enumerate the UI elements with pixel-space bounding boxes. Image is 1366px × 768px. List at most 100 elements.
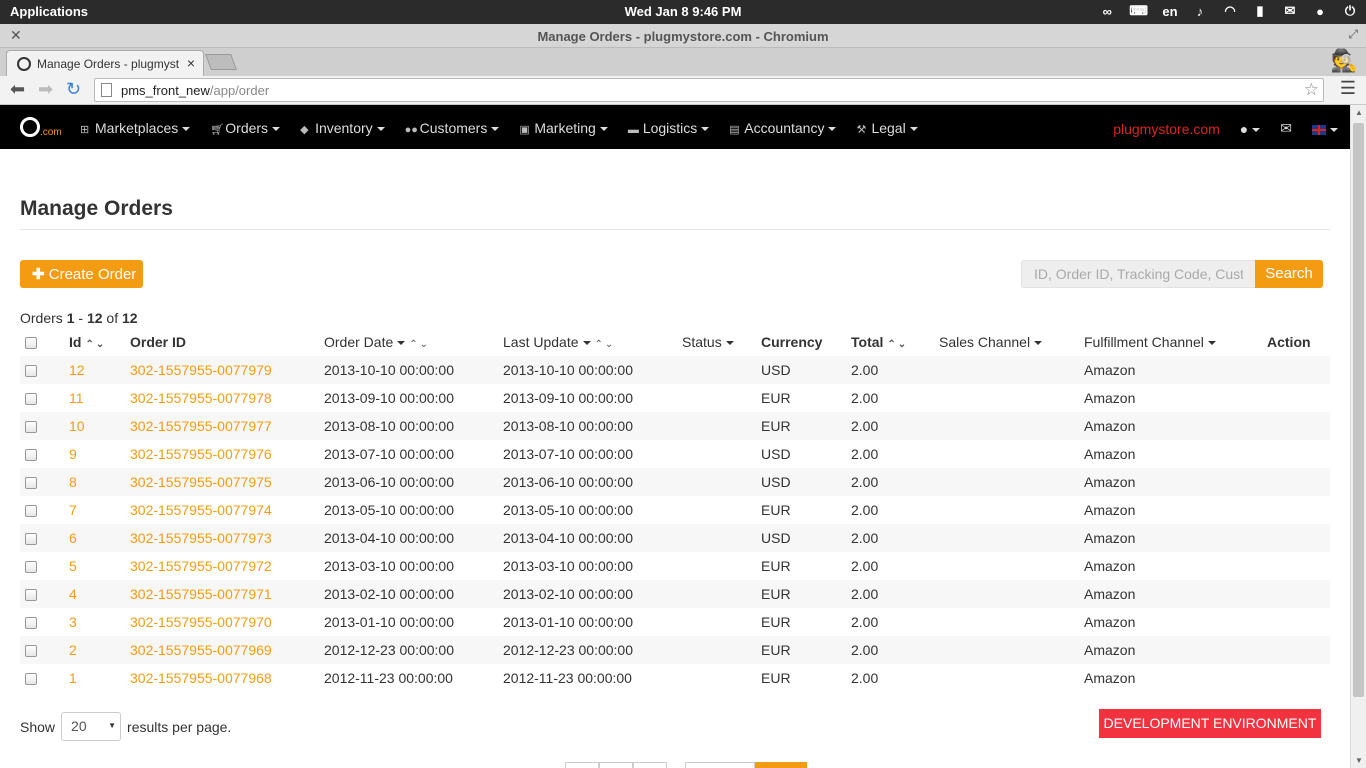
power-icon[interactable]: ⏻: [1342, 3, 1358, 19]
order-number-link[interactable]: 302-1557955-0077975: [130, 474, 272, 490]
address-bar[interactable]: pms_front_new/app/order ☆: [94, 78, 1324, 102]
row-checkbox[interactable]: [25, 449, 37, 462]
order-number-link[interactable]: 302-1557955-0077977: [130, 418, 272, 434]
cell-currency: EUR: [761, 418, 791, 434]
user-icon[interactable]: ●: [1312, 4, 1328, 19]
mail-icon[interactable]: ✉: [1282, 3, 1298, 19]
order-id-link[interactable]: 8: [69, 474, 77, 490]
order-id-link[interactable]: 11: [69, 390, 84, 406]
cell-last-update: 2012-11-23 00:00:00: [503, 670, 632, 686]
new-tab-button[interactable]: [205, 54, 237, 70]
page-scrollbar[interactable]: ▲ ▼: [1350, 105, 1366, 768]
scroll-down-icon[interactable]: ▼: [1355, 756, 1363, 765]
col-order-date[interactable]: Order Date ⌃⌄: [324, 328, 503, 356]
col-id[interactable]: Id ⌃⌄: [69, 328, 130, 356]
pagination-prev[interactable]: [599, 762, 633, 768]
row-checkbox[interactable]: [25, 673, 37, 686]
scroll-up-icon[interactable]: ▲: [1355, 108, 1363, 117]
order-id-link[interactable]: 3: [69, 614, 77, 630]
row-checkbox[interactable]: [25, 505, 37, 518]
keyboard-icon[interactable]: ⌨: [1129, 3, 1148, 19]
volume-icon[interactable]: ♪: [1192, 4, 1208, 19]
row-checkbox[interactable]: [25, 477, 37, 490]
chrome-menu-icon[interactable]: ☰: [1340, 78, 1356, 99]
order-id-link[interactable]: 1: [69, 670, 77, 686]
order-number-link[interactable]: 302-1557955-0077970: [130, 614, 272, 630]
infinity-icon[interactable]: ∞: [1099, 4, 1115, 19]
order-id-link[interactable]: 9: [69, 446, 77, 462]
order-id-link[interactable]: 4: [69, 586, 77, 602]
select-all-checkbox[interactable]: [25, 337, 37, 350]
order-number-link[interactable]: 302-1557955-0077971: [130, 586, 272, 602]
order-number-link[interactable]: 302-1557955-0077972: [130, 558, 272, 574]
create-order-button[interactable]: ✚ Create Order: [20, 260, 143, 288]
brand-link[interactable]: plugmystore.com: [1113, 121, 1220, 137]
cell-total: 2.00: [851, 390, 879, 406]
row-checkbox[interactable]: [25, 589, 37, 602]
user-icon: ●: [1239, 120, 1249, 137]
bookmark-star-icon[interactable]: ☆: [1304, 80, 1319, 100]
row-checkbox[interactable]: [25, 645, 37, 658]
order-number-link[interactable]: 302-1557955-0077979: [130, 362, 272, 378]
nav-customers[interactable]: ●● Customers: [405, 120, 500, 136]
nav-accountancy[interactable]: ▤ Accountancy: [729, 120, 837, 136]
order-number-link[interactable]: 302-1557955-0077976: [130, 446, 272, 462]
order-id-link[interactable]: 6: [69, 530, 77, 546]
row-checkbox[interactable]: [25, 533, 37, 546]
per-page-select[interactable]: 20: [61, 712, 122, 741]
nav-logistics[interactable]: ▬ Logistics: [628, 120, 710, 136]
col-total[interactable]: Total ⌃⌄: [851, 328, 939, 356]
forward-arrow-icon[interactable]: ➡: [38, 79, 53, 100]
nav-legal[interactable]: ⚒ Legal: [856, 120, 918, 136]
order-number-link[interactable]: 302-1557955-0077973: [130, 530, 272, 546]
col-fulfillment-channel[interactable]: Fulfillment Channel: [1084, 328, 1267, 356]
sort-icon[interactable]: ⌃⌄: [85, 339, 106, 350]
nav-marketplaces[interactable]: ⊞ Marketplaces: [80, 120, 191, 136]
sort-icon[interactable]: ⌃⌄: [595, 339, 616, 350]
col-sales-channel[interactable]: Sales Channel: [939, 328, 1084, 356]
url-text[interactable]: pms_front_new/app/order: [121, 83, 269, 98]
user-menu[interactable]: ●: [1239, 120, 1261, 137]
search-input[interactable]: [1021, 260, 1255, 288]
language-indicator[interactable]: en: [1162, 4, 1178, 19]
order-number-link[interactable]: 302-1557955-0077969: [130, 642, 272, 658]
pagination-first[interactable]: [565, 762, 599, 768]
order-number-link[interactable]: 302-1557955-0077974: [130, 502, 272, 518]
pagination-go[interactable]: [755, 762, 807, 768]
browser-tab-active[interactable]: Manage Orders - plugmyst ×: [6, 50, 204, 76]
nav-orders[interactable]: 🛒︎Orders: [210, 120, 281, 136]
row-checkbox[interactable]: [25, 393, 37, 406]
plugmystore-logo[interactable]: .com: [20, 117, 62, 141]
nav-inventory[interactable]: ◆ Inventory: [300, 120, 385, 136]
order-id-link[interactable]: 5: [69, 558, 77, 574]
cell-total: 2.00: [851, 446, 879, 462]
window-resize-icon[interactable]: ⤢: [1348, 27, 1358, 42]
search-button[interactable]: Search: [1255, 260, 1323, 288]
pagination-input[interactable]: [685, 762, 755, 768]
scroll-thumb[interactable]: [1353, 123, 1364, 697]
sort-icon[interactable]: ⌃⌄: [409, 339, 430, 350]
tab-close-icon[interactable]: ×: [187, 55, 195, 71]
battery-icon[interactable]: ▮: [1252, 3, 1268, 19]
language-menu[interactable]: [1312, 121, 1338, 137]
order-number-link[interactable]: 302-1557955-0077978: [130, 390, 272, 406]
wifi-icon[interactable]: ◠: [1222, 3, 1238, 19]
row-checkbox[interactable]: [25, 617, 37, 630]
pagination-page[interactable]: [633, 762, 667, 768]
row-checkbox[interactable]: [25, 365, 37, 378]
messages-envelope-icon[interactable]: ✉: [1280, 120, 1292, 137]
reload-icon[interactable]: ↻: [66, 79, 81, 100]
order-id-link[interactable]: 7: [69, 502, 77, 518]
col-last-update[interactable]: Last Update ⌃⌄: [503, 328, 682, 356]
back-arrow-icon[interactable]: ⬅: [10, 79, 25, 100]
col-status[interactable]: Status: [682, 328, 761, 356]
nav-marketing[interactable]: ▣ Marketing: [519, 120, 608, 136]
order-number-link[interactable]: 302-1557955-0077968: [130, 670, 272, 686]
sort-icon[interactable]: ⌃⌄: [887, 339, 908, 350]
row-checkbox[interactable]: [25, 561, 37, 574]
main-menu: ⊞ Marketplaces 🛒︎Orders ◆ Inventory ●● Cust…: [80, 120, 918, 136]
order-id-link[interactable]: 10: [69, 418, 85, 434]
row-checkbox[interactable]: [25, 421, 37, 434]
order-id-link[interactable]: 12: [69, 362, 85, 378]
order-id-link[interactable]: 2: [69, 642, 77, 658]
